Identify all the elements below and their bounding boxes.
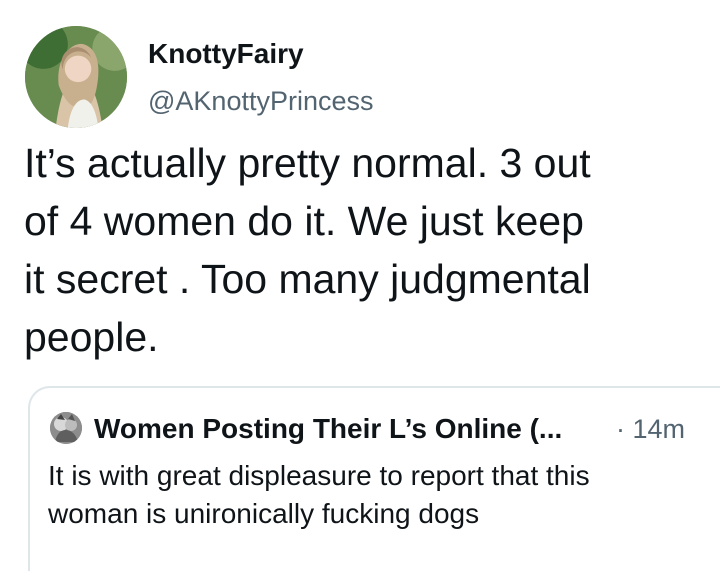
tweet-text-line: It’s actually pretty normal. 3 out: [24, 140, 591, 186]
user-avatar[interactable]: [25, 26, 127, 128]
quoted-tweet-time[interactable]: 14m: [633, 414, 686, 444]
author-handle[interactable]: @AKnottyPrincess: [148, 84, 374, 118]
profile-photo-avatar: [25, 26, 127, 128]
quoted-tweet-text: It is with great displeasure to report t…: [48, 457, 720, 533]
quoted-user-avatar[interactable]: [50, 412, 82, 444]
tweet-text-line: of 4 women do it. We just keep: [24, 198, 584, 244]
quoted-tweet-text-line: It is with great displeasure to report t…: [48, 460, 590, 491]
tweet-text: It’s actually pretty normal. 3 out of 4 …: [24, 134, 714, 366]
profile-photo-avatar: [50, 412, 82, 444]
quoted-tweet-meta: · 14m: [616, 412, 685, 446]
tweet-text-line: it secret . Too many judgmental: [24, 256, 591, 302]
quoted-tweet-card[interactable]: Women Posting Their L’s Online (... · 14…: [28, 386, 720, 571]
quoted-author-display-name[interactable]: Women Posting Their L’s Online (...: [94, 412, 562, 446]
time-separator: ·: [616, 414, 625, 444]
tweet-text-line: people.: [24, 314, 159, 360]
author-display-name[interactable]: KnottyFairy: [148, 37, 304, 71]
tweet-card: KnottyFairy @AKnottyPrincess It’s actual…: [0, 0, 720, 571]
quoted-tweet-text-line: woman is unironically fucking dogs: [48, 498, 480, 529]
